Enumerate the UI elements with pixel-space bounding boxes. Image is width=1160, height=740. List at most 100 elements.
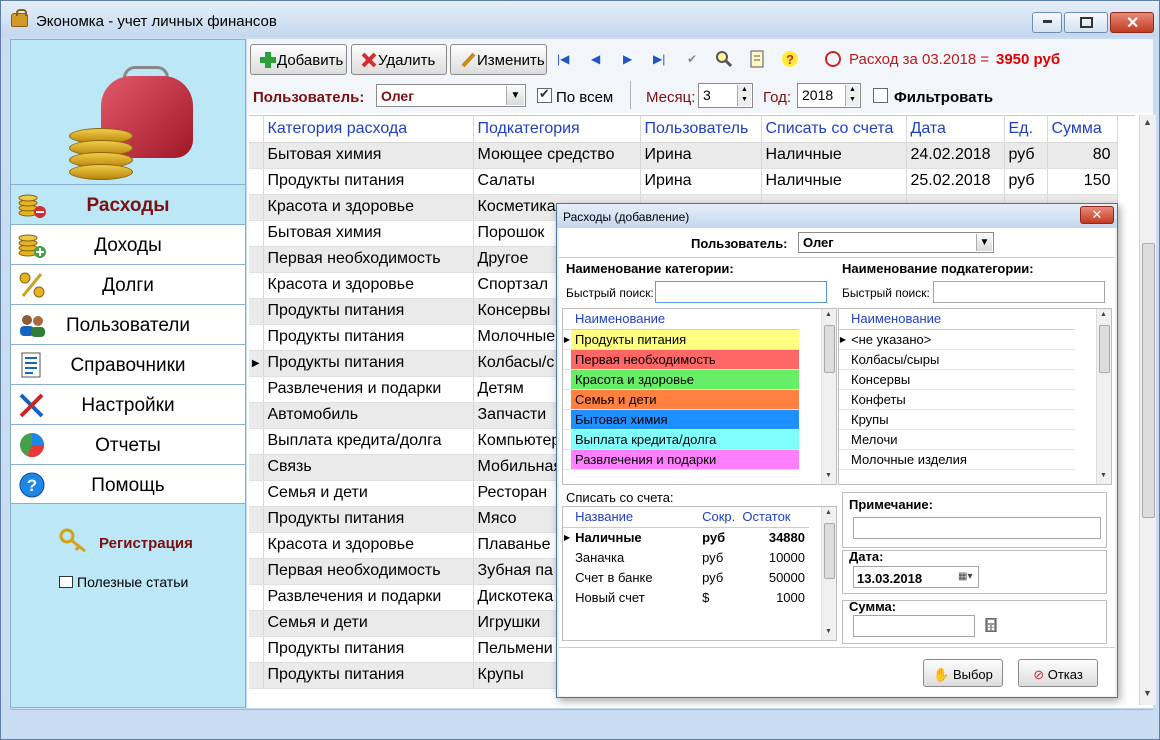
subcategory-name[interactable]: Крупы bbox=[847, 409, 1075, 430]
dialog-close-button[interactable]: ✕ bbox=[1080, 206, 1114, 224]
table-cell[interactable]: 25.02.2018 bbox=[906, 168, 1005, 195]
category-name[interactable]: Семья и дети bbox=[571, 389, 799, 410]
category-name[interactable]: Выплата кредита/долга bbox=[571, 429, 799, 450]
sidebar-item-help[interactable]: ? Помощь bbox=[11, 464, 245, 504]
scroll-up-icon[interactable]: ▲ bbox=[825, 509, 832, 516]
minimize-button[interactable] bbox=[1032, 12, 1062, 33]
table-cell[interactable]: Продукты питания bbox=[263, 506, 474, 533]
table-cell[interactable]: Продукты питания bbox=[263, 298, 474, 325]
table-cell[interactable]: Красота и здоровье bbox=[263, 194, 474, 221]
edit-button[interactable]: Изменить bbox=[450, 44, 547, 75]
col-account[interactable]: Списать со счета bbox=[761, 116, 907, 143]
table-cell[interactable]: 80 bbox=[1047, 142, 1118, 169]
help-question-icon[interactable]: ? bbox=[781, 50, 799, 68]
category-list-item[interactable]: Красота и здоровье bbox=[563, 369, 799, 390]
all-users-checkbox[interactable] bbox=[537, 86, 552, 103]
col-unit[interactable]: Ед. bbox=[1004, 116, 1048, 143]
subcategory-name[interactable]: Мелочи bbox=[847, 429, 1075, 450]
account-cell[interactable]: 10000 bbox=[738, 547, 809, 567]
subcategory-list-item[interactable]: Конфеты bbox=[839, 389, 1075, 410]
subcategory-name[interactable]: Конфеты bbox=[847, 389, 1075, 410]
table-cell[interactable]: Первая необходимость bbox=[263, 558, 474, 585]
category-name[interactable]: Развлечения и подарки bbox=[571, 449, 799, 470]
note-input[interactable] bbox=[853, 517, 1101, 539]
subcategory-name[interactable]: Колбасы/сыры bbox=[847, 349, 1075, 370]
table-cell[interactable]: Развлечения и подарки bbox=[263, 376, 474, 403]
subcategory-list-item[interactable]: Консервы bbox=[839, 369, 1075, 390]
next-record-icon[interactable]: ▶ bbox=[623, 52, 632, 66]
category-name[interactable]: Бытовая химия bbox=[571, 409, 799, 430]
subcategory-name[interactable]: <не указано> bbox=[847, 329, 1075, 350]
subcategory-list-item[interactable]: ▶ <не указано> bbox=[839, 329, 1075, 350]
table-row[interactable]: Продукты питания Салаты Ирина Наличные 25.02… bbox=[249, 168, 1118, 195]
category-name[interactable]: Продукты питания bbox=[571, 329, 799, 350]
table-cell[interactable]: Продукты питания bbox=[263, 662, 474, 689]
last-record-icon[interactable]: ▶| bbox=[653, 52, 665, 66]
sidebar-item-references[interactable]: Справочники bbox=[11, 344, 245, 384]
table-cell[interactable]: Выплата кредита/долга bbox=[263, 428, 474, 455]
spinner-arrows-icon[interactable]: ▲ ▼ bbox=[737, 85, 751, 106]
category-list[interactable]: Наименование ▶ Продукты питания Первая нео… bbox=[562, 308, 837, 485]
account-cell[interactable]: $ bbox=[698, 587, 738, 607]
table-cell[interactable]: Наличные bbox=[761, 142, 907, 169]
sidebar-item-expenses[interactable]: Расходы bbox=[11, 184, 245, 224]
col-subcategory[interactable]: Подкатегория bbox=[473, 116, 641, 143]
sidebar-item-users[interactable]: Пользователи bbox=[11, 304, 245, 344]
subcategory-scrollbar[interactable]: ▲ ▼ bbox=[1096, 309, 1111, 484]
search-icon[interactable] bbox=[715, 50, 733, 68]
account-cell[interactable]: руб bbox=[698, 547, 738, 567]
table-cell[interactable]: Продукты питания bbox=[263, 324, 474, 351]
account-list-item[interactable]: Заначка руб 10000 bbox=[563, 547, 809, 567]
category-search-input[interactable] bbox=[655, 281, 827, 303]
account-cell[interactable]: 50000 bbox=[738, 567, 809, 587]
scroll-up-icon[interactable]: ▲ bbox=[1100, 311, 1107, 318]
table-cell[interactable]: Семья и дети bbox=[263, 480, 474, 507]
scroll-down-icon[interactable]: ▼ bbox=[825, 628, 832, 635]
col-user[interactable]: Пользователь bbox=[640, 116, 762, 143]
table-cell[interactable]: Бытовая химия bbox=[263, 142, 474, 169]
table-cell[interactable]: Автомобиль bbox=[263, 402, 474, 429]
checkmark-icon[interactable]: ✔ bbox=[687, 52, 697, 66]
table-cell[interactable]: Продукты питания bbox=[263, 168, 474, 195]
document-icon[interactable] bbox=[749, 50, 765, 68]
col-category[interactable]: Категория расхода bbox=[263, 116, 474, 143]
account-cell[interactable]: Счет в банке bbox=[571, 567, 698, 587]
add-button[interactable]: Добавить bbox=[250, 44, 347, 75]
account-cell[interactable]: 1000 bbox=[738, 587, 809, 607]
account-cell[interactable]: Наличные bbox=[571, 527, 698, 547]
category-list-item[interactable]: Развлечения и подарки bbox=[563, 449, 799, 470]
subcategory-list-item[interactable]: Колбасы/сыры bbox=[839, 349, 1075, 370]
sum-input[interactable] bbox=[853, 615, 975, 637]
account-list-item[interactable]: Счет в банке руб 50000 bbox=[563, 567, 809, 587]
table-cell[interactable]: 150 bbox=[1047, 168, 1118, 195]
date-picker[interactable]: 13.03.2018 ▦▾ bbox=[853, 566, 979, 588]
first-record-icon[interactable]: |◀ bbox=[557, 52, 569, 66]
account-scrollbar[interactable]: ▲ ▼ bbox=[821, 507, 836, 640]
grid-scrollbar[interactable]: ▲ ▼ bbox=[1139, 115, 1156, 705]
scroll-down-icon[interactable]: ▼ bbox=[1143, 688, 1152, 698]
category-list-item[interactable]: Первая необходимость bbox=[563, 349, 799, 370]
sidebar-item-settings[interactable]: Настройки bbox=[11, 384, 245, 424]
account-list[interactable]: Название Сокр. Остаток ▶ Наличные руб 34880… bbox=[562, 506, 837, 641]
account-cell[interactable]: руб bbox=[698, 567, 738, 587]
prev-record-icon[interactable]: ◀ bbox=[591, 52, 600, 66]
table-cell[interactable]: Развлечения и подарки bbox=[263, 584, 474, 611]
calendar-dropdown-icon[interactable]: ▦▾ bbox=[958, 571, 972, 582]
scroll-thumb[interactable] bbox=[824, 523, 835, 579]
col-date[interactable]: Дата bbox=[906, 116, 1005, 143]
filter-checkbox[interactable] bbox=[873, 88, 888, 103]
table-cell[interactable]: руб bbox=[1004, 142, 1048, 169]
select-button[interactable]: ✋ Выбор bbox=[923, 659, 1003, 687]
subcategory-list-item[interactable]: Крупы bbox=[839, 409, 1075, 430]
account-cell[interactable]: 34880 bbox=[738, 527, 809, 547]
scroll-up-icon[interactable]: ▲ bbox=[825, 311, 832, 318]
table-cell[interactable]: Ирина bbox=[640, 142, 762, 169]
dialog-user-select[interactable]: Олег ▼ bbox=[798, 232, 994, 253]
sidebar-item-income[interactable]: Доходы bbox=[11, 224, 245, 264]
cancel-button[interactable]: ⊘ Отказ bbox=[1018, 659, 1098, 687]
subcategory-search-input[interactable] bbox=[933, 281, 1105, 303]
scroll-thumb[interactable] bbox=[1142, 243, 1155, 518]
register-link[interactable]: Регистрация bbox=[59, 528, 239, 558]
subcategory-list-item[interactable]: Мелочи bbox=[839, 429, 1075, 450]
table-cell[interactable]: Салаты bbox=[473, 168, 641, 195]
